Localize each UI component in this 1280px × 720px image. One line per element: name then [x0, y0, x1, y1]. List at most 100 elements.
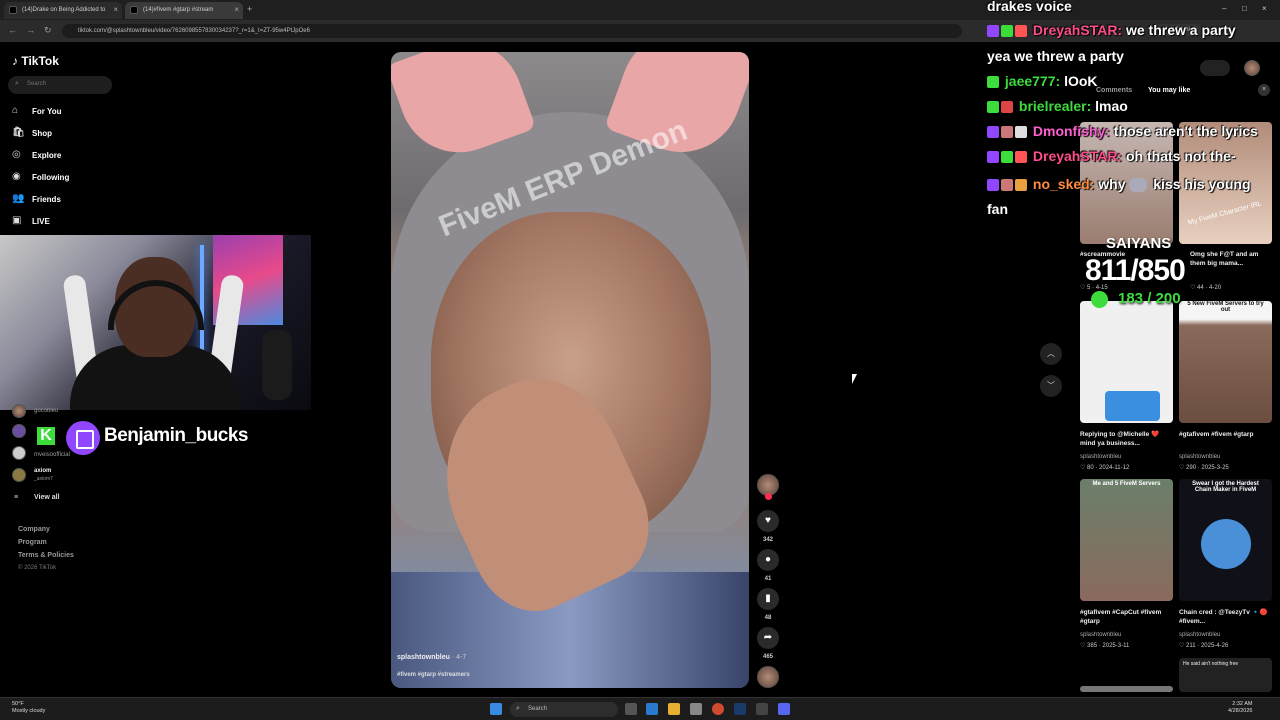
comment-count: 41 [764, 576, 772, 582]
video-caption[interactable]: #gtafivem #CapCut #fivem #gtarp [1080, 608, 1173, 626]
video-author-name[interactable]: splashtownbleu [1179, 454, 1220, 460]
discord-icon[interactable] [778, 703, 790, 715]
view-all-link[interactable]: View all [34, 494, 60, 501]
chat-username: no_sked: [1032, 176, 1095, 192]
header-icons[interactable] [1200, 60, 1230, 76]
maximize-icon[interactable]: □ [1242, 4, 1247, 13]
footer-program-link[interactable]: Program [18, 539, 47, 546]
heart-icon: ♥ [765, 515, 771, 526]
chain-image [1201, 519, 1251, 569]
user-avatar[interactable] [1244, 60, 1260, 76]
video-thumbnail[interactable] [1080, 686, 1173, 692]
nav-for-you[interactable]: ⌂ For You [12, 105, 61, 116]
next-video-button[interactable]: ﹀ [1040, 375, 1062, 397]
system-clock[interactable]: 2:32 AM 4/28/2026 [1228, 701, 1252, 715]
new-tab-button[interactable]: + [247, 4, 252, 14]
search-input[interactable]: ⌕ Search [8, 76, 112, 94]
like-button[interactable]: ♥ [757, 510, 779, 532]
footer-copyright: © 2026 TikTok [18, 565, 57, 571]
nav-shop[interactable]: 🛍 Shop [12, 127, 52, 138]
chat-message: fan [987, 201, 1008, 217]
share-button[interactable]: ➦ [757, 627, 779, 649]
nav-following[interactable]: ◉ Following [12, 171, 69, 182]
chat-message: yea we threw a party [987, 48, 1124, 64]
verified-badge-icon [1001, 25, 1013, 38]
streamer-name: Benjamin_bucks [104, 425, 249, 446]
browser-tab[interactable]: (14)Drake on Being Addicted to × [4, 2, 122, 19]
account-avatar[interactable] [12, 468, 26, 482]
chat-username: DreyahSTAR: [1032, 148, 1123, 164]
close-tab-icon[interactable]: × [113, 5, 118, 14]
video-caption[interactable]: Replying to @Michelle ❤️ mind ya busines… [1080, 430, 1173, 448]
tiktok-favicon-icon [130, 6, 138, 14]
back-icon[interactable]: ← [8, 25, 17, 35]
video-author-name[interactable]: splashtownbleu [1080, 454, 1121, 460]
close-panel-button[interactable]: × [1258, 84, 1270, 96]
sub-badge-icon [987, 179, 999, 192]
follow-plus-icon[interactable] [765, 493, 772, 500]
bookmark-icon: ▮ [765, 593, 771, 604]
video-thumbnail[interactable]: Me and 5 FiveM Servers [1080, 479, 1173, 601]
save-button[interactable]: ▮ [757, 588, 779, 610]
forward-icon[interactable]: → [26, 25, 35, 35]
account-name[interactable]: axiom [34, 468, 51, 474]
close-window-icon[interactable]: × [1262, 4, 1267, 13]
account-avatar[interactable] [12, 446, 26, 460]
video-author-name[interactable]: splashtownbleu [1179, 632, 1220, 638]
footer-company-link[interactable]: Company [18, 526, 50, 533]
video-caption[interactable]: #gtafivem #fivem #gtarp [1179, 430, 1272, 439]
video-caption[interactable]: Omg she F@T and am them big mama... [1190, 250, 1272, 268]
nav-live[interactable]: ▣ LIVE [12, 215, 50, 226]
account-name[interactable]: gocobleu [34, 408, 58, 414]
emote-icon [1015, 179, 1027, 192]
sound-avatar[interactable] [757, 666, 779, 688]
file-explorer-icon[interactable] [668, 703, 680, 715]
chat-message: those aren't the lyrics [1113, 123, 1258, 139]
close-tab-icon[interactable]: × [234, 5, 239, 14]
account-avatar[interactable] [12, 424, 26, 438]
url-field[interactable]: tiktok.com/@splashtownbleu/video/7626098… [62, 24, 962, 38]
search-placeholder: Search [27, 81, 47, 87]
nav-explore[interactable]: ◎ Explore [12, 149, 62, 160]
video-tags[interactable]: #fivem #gtarp #streamers [397, 672, 470, 678]
comment-button[interactable]: ● [757, 549, 779, 571]
twitch-icon [66, 421, 100, 455]
author-name: splashtownbleu [397, 654, 450, 661]
video-player[interactable]: FiveM ERP Demon splashtownbleu · 4-7 #fi… [391, 52, 749, 688]
minimize-icon[interactable]: – [1222, 4, 1226, 13]
tab-comments[interactable]: Comments [1096, 87, 1132, 94]
goal-dot-icon [1091, 291, 1108, 308]
video-thumbnail[interactable] [1080, 301, 1173, 423]
taskbar-search[interactable]: ⌕ Search [510, 702, 618, 717]
video-thumbnail[interactable]: Swear I got the Hardest Chain Maker in F… [1179, 479, 1272, 601]
video-caption[interactable]: Chain cred : @TeezyTv 🔹🔴 #fivem... [1179, 608, 1272, 626]
settings-icon[interactable] [690, 703, 702, 715]
previous-video-button[interactable]: ︿ [1040, 343, 1062, 365]
nav-friends[interactable]: 👥 Friends [12, 193, 61, 204]
video-thumbnail[interactable]: 5 New FiveM Servers to try out [1179, 301, 1272, 423]
edge-icon[interactable] [646, 703, 658, 715]
logo-text: TikTok [21, 54, 59, 68]
comment-icon: ● [764, 554, 772, 565]
tiktok-logo[interactable]: ♪ TikTok [12, 54, 59, 68]
reload-icon[interactable]: ↻ [44, 25, 52, 36]
footer-terms-link[interactable]: Terms & Policies [18, 552, 74, 559]
tab-you-may-like[interactable]: You may like [1148, 87, 1190, 94]
app-icon[interactable] [756, 703, 768, 715]
video-author-name[interactable]: splashtownbleu [1080, 632, 1121, 638]
account-avatar[interactable] [12, 404, 26, 418]
chrome-icon[interactable] [712, 703, 724, 715]
browser-tab-active[interactable]: (14)#fivem #gtarp #stream × [125, 2, 243, 19]
account-name[interactable]: mveisoofficial [34, 452, 70, 458]
video-thumbnail[interactable]: He said ain't nothing free [1179, 658, 1272, 692]
nav-label: Explore [32, 151, 62, 160]
task-view-icon[interactable] [625, 703, 637, 715]
steam-icon[interactable] [734, 703, 746, 715]
kick-badge-icon [987, 76, 999, 89]
following-icon: ◉ [12, 171, 21, 182]
weather-widget[interactable]: 50°F Mostly cloudy [12, 701, 45, 715]
windows-start-icon[interactable] [490, 703, 502, 715]
chat-line: Dmonfishy: those aren't the lyrics [987, 123, 1258, 139]
video-author[interactable]: splashtownbleu · 4-7 [397, 654, 466, 661]
tab-title: (14)#fivem #gtarp #stream [143, 7, 214, 13]
